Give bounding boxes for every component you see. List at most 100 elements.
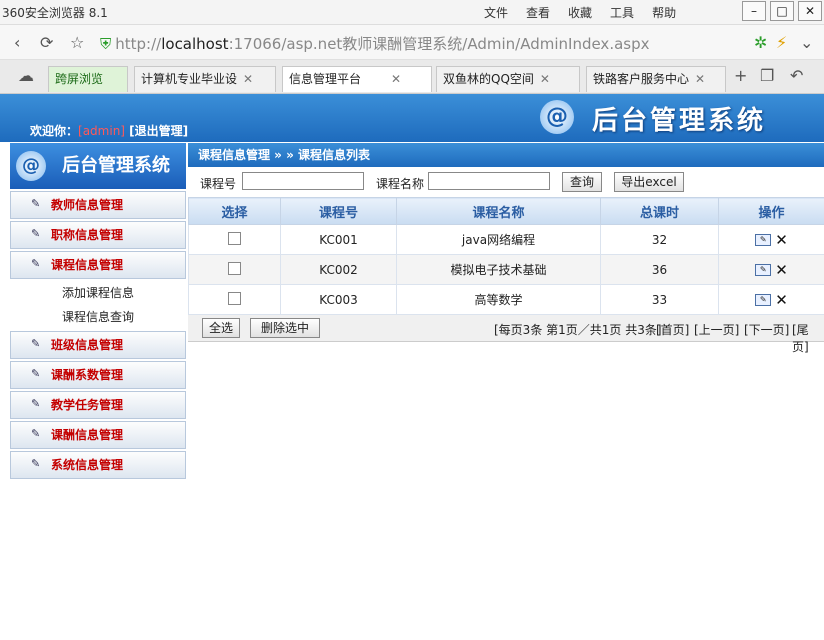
menu-favorites[interactable]: 收藏	[568, 4, 592, 21]
tab-info-platform[interactable]: 信息管理平台 ✕	[282, 66, 432, 92]
sidebar-title: 后台管理系统	[62, 155, 170, 176]
address-bar: ‹ ⟳ ☆ ⛨ http://localhost:17066/asp.net教师课…	[0, 25, 824, 60]
course-no-input[interactable]	[242, 172, 364, 190]
lightning-icon[interactable]: ⚡	[776, 33, 787, 52]
tab-graduation[interactable]: 计算机专业毕业设 ✕	[134, 66, 276, 92]
tab-label: 跨屏浏览	[55, 72, 104, 86]
select-all-button[interactable]: 全选	[202, 318, 240, 338]
column-header: 选择	[188, 197, 281, 225]
welcome-area: 欢迎你：[admin] [退出管理]	[30, 122, 188, 139]
row-checkbox[interactable]	[228, 261, 241, 275]
delete-icon[interactable]: ✕	[775, 291, 788, 309]
tab-qq-space[interactable]: 双鱼林的QQ空间 ✕	[436, 66, 580, 92]
extension-icon[interactable]: ✲	[754, 33, 767, 52]
url-path: :17066/asp.net教师课酬管理系统/Admin/AdminIndex.…	[228, 35, 650, 53]
row-checkbox[interactable]	[228, 231, 241, 245]
sidebar-item-task[interactable]: ✎ 教学任务管理	[10, 391, 186, 419]
menu-tools[interactable]: 工具	[610, 4, 634, 21]
sidebar-subitem-add-course[interactable]: 添加课程信息	[10, 281, 186, 305]
sidebar-item-label: 教师信息管理	[51, 198, 124, 212]
table-header-row: 选择 课程号 课程名称 总课时 操作	[188, 197, 824, 225]
column-header: 操作	[718, 197, 824, 225]
window-controls: – □ ✕	[742, 1, 822, 21]
menu-item-icon: ✎	[31, 337, 41, 350]
close-icon[interactable]: ✕	[798, 1, 822, 21]
edit-icon[interactable]: ✎	[755, 263, 772, 276]
course-hours: 32	[600, 224, 719, 255]
sidebar-item-class[interactable]: ✎ 班级信息管理	[10, 331, 186, 359]
reload-icon[interactable]: ⟳	[40, 33, 53, 52]
sidebar-item-course[interactable]: ✎ 课程信息管理	[10, 251, 186, 279]
delete-icon[interactable]: ✕	[775, 231, 788, 249]
new-tab-icon[interactable]: +	[734, 66, 747, 85]
minimize-icon[interactable]: –	[742, 1, 766, 21]
next-page-link[interactable]: [下一页]	[744, 321, 789, 338]
sidebar-item-label: 教学任务管理	[51, 398, 124, 412]
tab-railway[interactable]: 铁路客户服务中心 ✕	[586, 66, 726, 92]
undo-icon[interactable]: ↶	[790, 66, 803, 85]
menu-view[interactable]: 查看	[526, 4, 550, 21]
search-bar: 课程号 课程名称 查询 导出excel	[188, 167, 824, 197]
course-code: KC001	[280, 224, 397, 255]
menu-item-icon: ✎	[31, 427, 41, 440]
course-name-input[interactable]	[428, 172, 550, 190]
username: [admin]	[78, 124, 125, 138]
maximize-icon[interactable]: □	[770, 1, 794, 21]
url-prefix: http://	[115, 35, 162, 53]
course-name: java网络编程	[396, 224, 601, 255]
sidebar-item-system[interactable]: ✎ 系统信息管理	[10, 451, 186, 479]
sidebar-item-label: 课酬信息管理	[51, 428, 124, 442]
sidebar-logo-icon: @	[16, 151, 46, 181]
sidebar-subitem-query-course[interactable]: 课程信息查询	[10, 305, 186, 329]
dropdown-icon[interactable]: ⌄	[800, 33, 813, 52]
export-excel-button[interactable]: 导出excel	[614, 172, 684, 192]
tab-label: 计算机专业毕业设	[141, 72, 238, 86]
tab-label: 双鱼林的QQ空间	[443, 72, 534, 86]
course-name: 模拟电子技术基础	[396, 254, 601, 285]
tab-close-icon[interactable]: ✕	[391, 72, 401, 86]
shield-icon: ⛨	[100, 35, 112, 53]
url-field[interactable]: ⛨ http://localhost:17066/asp.net教师课酬管理系统/…	[100, 33, 650, 54]
main-content: 课程信息管理 » » 课程信息列表 课程号 课程名称 查询 导出excel 选择…	[188, 143, 824, 354]
cloud-icon[interactable]: ☁	[18, 66, 34, 85]
column-header: 课程号	[280, 197, 397, 225]
browser-menu-bar: 文件 查看 收藏 工具 帮助	[484, 4, 694, 21]
sidebar-item-title[interactable]: ✎ 职称信息管理	[10, 221, 186, 249]
tab-cross-screen[interactable]: 跨屏浏览	[48, 66, 128, 92]
sidebar: @ 后台管理系统 ✎ 教师信息管理 ✎ 职称信息管理 ✎ 课程信息管理 添加课程信息 …	[10, 143, 186, 483]
prev-page-link[interactable]: [上一页]	[694, 321, 739, 338]
tabs-list-icon[interactable]: ❐	[760, 66, 774, 85]
delete-icon[interactable]: ✕	[775, 261, 788, 279]
tab-close-icon[interactable]: ✕	[243, 72, 253, 86]
sidebar-item-pay-info[interactable]: ✎ 课酬信息管理	[10, 421, 186, 449]
star-icon[interactable]: ☆	[70, 33, 84, 52]
menu-item-icon: ✎	[31, 367, 41, 380]
edit-icon[interactable]: ✎	[755, 293, 772, 306]
delete-selected-button[interactable]: 删除选中	[250, 318, 320, 338]
tab-label: 信息管理平台	[289, 72, 362, 86]
edit-icon[interactable]: ✎	[755, 233, 772, 246]
table-row: KC003 高等数学 33 ✎ ✕	[188, 284, 824, 315]
first-page-link[interactable]: [首页]	[656, 321, 689, 338]
breadcrumb: 课程信息管理 » » 课程信息列表	[188, 143, 824, 167]
logout-link[interactable]: [退出管理]	[129, 124, 188, 138]
pager-info: [每页3条 第1页／共1页 共3条]	[494, 323, 662, 337]
back-icon[interactable]: ‹	[14, 33, 20, 52]
tab-close-icon[interactable]: ✕	[540, 72, 550, 86]
course-name-label: 课程名称	[376, 177, 425, 191]
sidebar-item-teacher[interactable]: ✎ 教师信息管理	[10, 191, 186, 219]
browser-titlebar: 360安全浏览器 8.1 文件 查看 收藏 工具 帮助 – □ ✕	[0, 0, 824, 25]
course-table: 选择 课程号 课程名称 总课时 操作 KC001 java网络编程 32 ✎ ✕ …	[188, 197, 824, 315]
menu-file[interactable]: 文件	[484, 4, 508, 21]
tab-close-icon[interactable]: ✕	[695, 72, 705, 86]
sidebar-item-pay-coef[interactable]: ✎ 课酬系数管理	[10, 361, 186, 389]
menu-help[interactable]: 帮助	[652, 4, 676, 21]
sidebar-item-label: 职称信息管理	[51, 228, 124, 242]
course-hours: 36	[600, 254, 719, 285]
tab-bar: ☁ 跨屏浏览 计算机专业毕业设 ✕ 信息管理平台 ✕ 双鱼林的QQ空间 ✕ 铁路客户服…	[0, 60, 824, 94]
column-header: 课程名称	[396, 197, 601, 225]
query-button[interactable]: 查询	[562, 172, 602, 192]
row-checkbox[interactable]	[228, 291, 241, 305]
system-logo-icon: @	[540, 100, 574, 134]
last-page-link[interactable]: [尾页]	[792, 321, 824, 355]
